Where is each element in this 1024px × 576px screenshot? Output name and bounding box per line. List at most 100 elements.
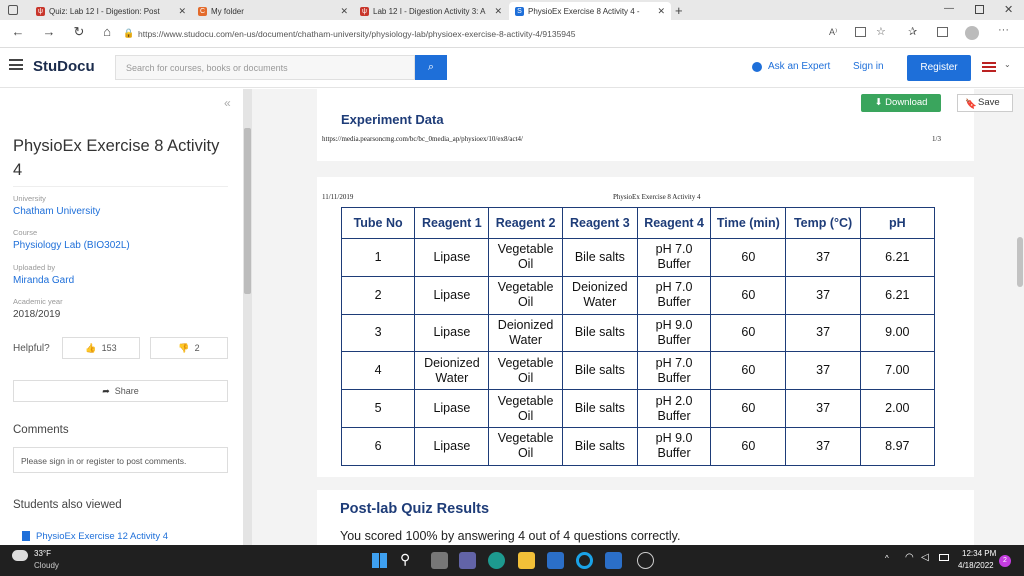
chevron-up-icon[interactable]: ^: [885, 554, 889, 563]
windows-start-icon[interactable]: [372, 553, 387, 568]
clock-date[interactable]: 4/18/2022: [958, 561, 994, 570]
table-cell: 60: [710, 275, 787, 315]
register-button[interactable]: Register: [907, 55, 971, 81]
maximize-icon[interactable]: [975, 5, 984, 14]
comment-input[interactable]: Please sign in or register to post comme…: [13, 447, 228, 473]
profile-avatar[interactable]: [965, 26, 979, 40]
studocu-icon: S: [515, 6, 524, 16]
document-icon: [22, 531, 30, 541]
uploaded-label: Uploaded by: [13, 263, 56, 272]
uploader-link[interactable]: Miranda Gard: [13, 275, 74, 286]
task-view-icon[interactable]: [431, 552, 448, 569]
table-cell: Vegetable Oil: [488, 426, 563, 466]
ask-expert-link[interactable]: Ask an Expert: [768, 61, 830, 72]
file-explorer-icon[interactable]: [518, 552, 535, 569]
table-cell: 60: [710, 238, 787, 277]
favorites-icon[interactable]: ✰: [908, 25, 917, 38]
also-viewed-item[interactable]: PhysioEx Exercise 12 Activity 4: [36, 531, 168, 542]
upvote-count: 153: [101, 343, 117, 353]
url-text: https://www.studocu.com/en-us/document/c…: [138, 29, 576, 39]
close-icon[interactable]: ✕: [653, 6, 665, 17]
wifi-icon[interactable]: ◠: [905, 552, 914, 563]
reload-icon[interactable]: ↻: [70, 24, 88, 40]
table-cell: pH 9.0 Buffer: [636, 426, 712, 466]
column-header: Time (min): [710, 207, 787, 239]
mail-icon[interactable]: [605, 552, 622, 569]
experiment-data-table: Tube No Reagent 1 Reagent 2 Reagent 3 Re…: [340, 207, 936, 466]
experiment-data-heading: Experiment Data: [341, 112, 444, 127]
table-cell: 9.00: [859, 313, 936, 353]
downvote-button[interactable]: 👎 2: [150, 337, 228, 359]
table-row: 4 Deionized Water Vegetable Oil Bile salts p…: [340, 351, 936, 391]
cortana-icon[interactable]: [576, 552, 593, 569]
tab-my-folder[interactable]: C My folder ✕: [192, 2, 354, 20]
battery-icon[interactable]: [939, 554, 949, 561]
search-icon[interactable]: ⚲: [400, 551, 410, 568]
collapse-sidebar-icon[interactable]: «: [224, 96, 231, 110]
table-cell: Bile salts: [561, 426, 638, 466]
table-cell: pH 7.0 Buffer: [636, 238, 712, 277]
thumbs-down-icon: 👎: [178, 342, 190, 353]
table-cell: pH 7.0 Buffer: [636, 275, 712, 315]
back-icon[interactable]: ←: [9, 24, 27, 39]
table-cell: Lipase: [414, 275, 490, 315]
search-button[interactable]: ⌕: [415, 55, 447, 80]
upvote-button[interactable]: 👍 153: [62, 337, 140, 359]
table-cell: 60: [710, 426, 787, 466]
flag-icon[interactable]: [982, 62, 996, 72]
table-cell: 37: [785, 313, 861, 353]
clock-time[interactable]: 12:34 PM: [962, 549, 996, 558]
table-cell: Lipase: [414, 313, 490, 353]
home-icon[interactable]: ⌂: [98, 24, 116, 39]
teams-icon[interactable]: [459, 552, 476, 569]
table-cell: Deionized Water: [488, 313, 563, 353]
reader-icon[interactable]: [855, 27, 866, 37]
close-icon[interactable]: ✕: [490, 6, 502, 17]
more-icon[interactable]: ···: [998, 24, 1009, 36]
weather-condition[interactable]: Cloudy: [34, 561, 59, 570]
url-field[interactable]: 🔒 https://www.studocu.com/en-us/document/…: [118, 25, 888, 43]
divider: [13, 186, 228, 187]
table-cell: Deionized Water: [561, 275, 638, 315]
table-cell: Bile salts: [561, 313, 638, 353]
share-button[interactable]: ➦ Share: [13, 380, 228, 402]
dell-icon[interactable]: [637, 552, 654, 569]
chevron-down-icon[interactable]: ⌄: [1004, 60, 1011, 69]
sign-in-link[interactable]: Sign in: [853, 61, 884, 72]
download-button[interactable]: ⬇ Download: [861, 94, 941, 112]
weather-temp[interactable]: 33°F: [34, 549, 51, 558]
table-cell: Lipase: [414, 389, 490, 428]
column-header: Reagent 4: [636, 207, 712, 239]
favorite-icon[interactable]: ☆: [876, 25, 886, 38]
tab-actions-icon[interactable]: [8, 5, 18, 15]
search-input[interactable]: Search for courses, books or documents: [115, 55, 415, 80]
tab-quiz[interactable]: ψ Quiz: Lab 12 I - Digestion: Post ✕: [30, 2, 192, 20]
page-scroll-thumb[interactable]: [1017, 237, 1023, 287]
column-header: Reagent 3: [561, 207, 638, 239]
university-link[interactable]: Chatham University: [13, 206, 100, 217]
close-icon[interactable]: ✕: [336, 6, 348, 17]
table-cell: 4: [340, 351, 416, 391]
expert-icon: [752, 62, 762, 72]
collections-icon[interactable]: [937, 27, 948, 37]
menu-icon[interactable]: [9, 59, 23, 70]
volume-icon[interactable]: ◁: [921, 552, 929, 563]
forward-icon[interactable]: →: [40, 24, 58, 39]
sidebar-scroll-thumb[interactable]: [244, 128, 251, 294]
tab-title: My folder: [211, 6, 244, 16]
window-close-icon[interactable]: ✕: [1004, 3, 1013, 16]
tab-lab-12[interactable]: ψ Lab 12 I - Digestion Activity 3: A ✕: [354, 2, 508, 20]
notification-badge[interactable]: 2: [999, 555, 1011, 567]
close-icon[interactable]: ✕: [174, 6, 186, 17]
read-aloud-icon[interactable]: A⁾: [829, 27, 837, 38]
course-link[interactable]: Physiology Lab (BIO302L): [13, 240, 130, 251]
store-icon[interactable]: [547, 552, 564, 569]
cloud-icon: [12, 550, 28, 561]
new-tab-icon[interactable]: +: [675, 3, 683, 18]
save-button[interactable]: 🔖 Save: [957, 94, 1013, 112]
studocu-logo[interactable]: StuDocu: [33, 58, 95, 75]
minimize-icon[interactable]: —: [944, 3, 954, 14]
tab-physioex[interactable]: S PhysioEx Exercise 8 Activity 4 - ✕: [509, 2, 671, 20]
page-scrollbar[interactable]: [1016, 89, 1024, 545]
edge-icon[interactable]: [488, 552, 505, 569]
